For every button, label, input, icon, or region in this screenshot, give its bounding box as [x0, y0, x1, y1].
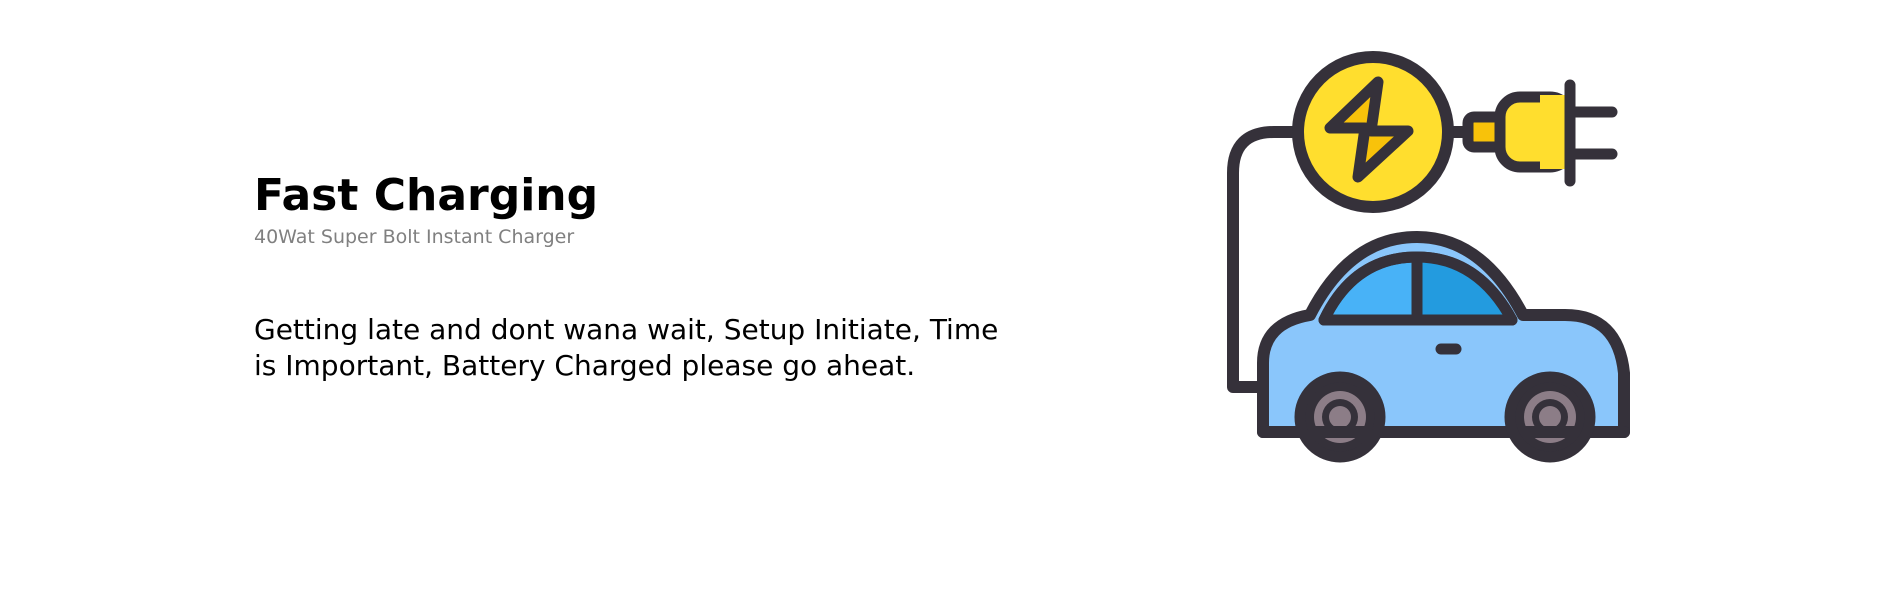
plug-icon: [1462, 79, 1618, 187]
car-icon: [1257, 231, 1630, 463]
ev-charging-car-icon: [1220, 45, 1670, 475]
fast-charging-feature: Fast Charging 40Wat Super Bolt Instant C…: [0, 0, 1898, 608]
feature-subtitle: 40Wat Super Bolt Instant Charger: [254, 226, 575, 248]
charging-bolt-icon: [1292, 51, 1454, 213]
feature-title: Fast Charging: [254, 170, 599, 221]
feature-description: Getting late and dont wana wait, Setup I…: [254, 313, 999, 382]
feature-text: Fast Charging 40Wat Super Bolt Instant C…: [254, 170, 1014, 384]
